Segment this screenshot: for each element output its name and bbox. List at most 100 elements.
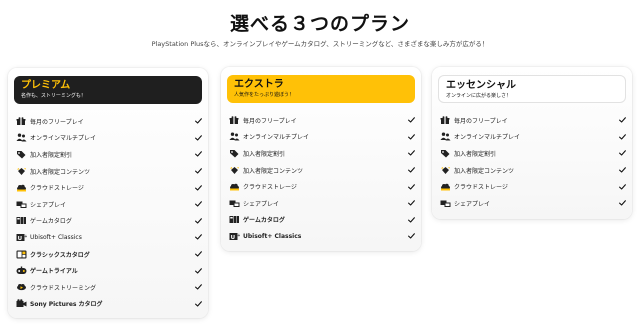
feature-list: 毎月のフリープレイ オンラインマルチプレイ 加入者限定割引 加入者限定コンテンツ クラウ…: [440, 112, 626, 212]
feature-row: クラウドストレージ: [229, 178, 415, 195]
feature-row: 加入者限定コンテンツ: [229, 162, 415, 179]
checkmark-icon: [618, 116, 626, 124]
feature-row: オンラインマルチプレイ: [229, 129, 415, 146]
checkmark-icon: [194, 217, 202, 225]
feature-label: ゲームトライアル: [30, 268, 78, 276]
multiplayer-icon: [440, 132, 452, 142]
plan-card-premium: プレミアム 名作も、ストリーミングも！ 毎月のフリープレイオンラインマルチプレイ…: [8, 68, 208, 318]
plan-header-extra: エクストラ 人気作をたっぷり遊ぼう！: [227, 75, 415, 103]
checkmark-icon: [407, 199, 415, 207]
feature-list: 毎月のフリープレイオンラインマルチプレイ 加入者限定割引加入者限定コンテンツ クラウ…: [229, 112, 415, 245]
multiplayer-icon: [16, 133, 28, 143]
gift-icon: [440, 115, 452, 125]
svg-text:+: +: [24, 233, 27, 238]
feature-label: 加入者限定コンテンツ: [30, 168, 91, 176]
feature-label: シェアプレイ: [454, 200, 491, 208]
plan-card-essential: エッセンシャル オンラインに広がる楽しさ！ 毎月のフリープレイ オンラインマルチプ…: [432, 67, 632, 219]
discount-tag-icon: [16, 149, 28, 159]
feature-row: シェアプレイ: [16, 196, 202, 213]
checkmark-icon: [194, 300, 202, 308]
cloud-storage-icon: [16, 183, 28, 193]
exclusive-content-icon: [440, 165, 452, 175]
feature-label: Ubisoft+ Classics: [243, 232, 302, 240]
svg-text:U: U: [18, 236, 22, 242]
feature-row: ゲームカタログ: [229, 212, 415, 229]
feature-row: オンラインマルチプレイ: [16, 130, 202, 147]
game-catalog-icon: [16, 216, 28, 226]
checkmark-icon: [618, 183, 626, 191]
cloud-streaming-icon: [16, 282, 28, 292]
feature-row: Sony Pictures カタログ: [16, 296, 202, 313]
feature-row: 加入者限定コンテンツ: [16, 163, 202, 180]
feature-row: シェアプレイ: [440, 195, 626, 212]
classics-catalog-icon: [16, 249, 28, 259]
gift-icon: [16, 116, 28, 126]
page-title: 選べる３つのプラン: [229, 13, 410, 35]
feature-row: 加入者限定コンテンツ: [440, 162, 626, 179]
sony-pictures-icon: [16, 299, 28, 309]
plan-name: エクストラ: [234, 79, 284, 90]
plan-card-extra: エクストラ 人気作をたっぷり遊ぼう！ 毎月のフリープレイオンラインマルチプレイ加…: [221, 67, 421, 251]
feature-label: クラウドストレージ: [243, 184, 297, 192]
checkmark-icon: [194, 167, 202, 175]
game-catalog-icon: [229, 215, 241, 225]
feature-row: 加入者限定割引: [16, 146, 202, 163]
feature-row: U + Ubisoft+ Classics: [16, 229, 202, 246]
feature-label: クラウドストレージ: [454, 184, 508, 192]
checkmark-icon: [407, 166, 415, 174]
feature-label: 加入者限定割引: [454, 150, 497, 158]
feature-row: 加入者限定割引: [229, 145, 415, 162]
plan-name: プレミアム: [21, 80, 71, 91]
feature-label: 加入者限定割引: [243, 150, 286, 158]
plan-name: エッセンシャル: [446, 80, 516, 91]
share-play-icon: [229, 198, 241, 208]
plan-header-premium: プレミアム 名作も、ストリーミングも！: [14, 76, 202, 104]
discount-tag-icon: [440, 148, 452, 158]
feature-label: クラシックスカタログ: [30, 251, 90, 259]
feature-row: ゲームトライアル: [16, 262, 202, 279]
checkmark-icon: [618, 133, 626, 141]
feature-label: ゲームカタログ: [243, 217, 285, 225]
feature-label: シェアプレイ: [30, 201, 67, 209]
svg-text:U: U: [231, 235, 235, 241]
checkmark-icon: [618, 199, 626, 207]
checkmark-icon: [194, 267, 202, 275]
multiplayer-icon: [229, 132, 241, 142]
feature-label: オンラインマルチプレイ: [30, 135, 97, 143]
game-trial-icon: [16, 266, 28, 276]
feature-label: 毎月のフリープレイ: [243, 117, 297, 125]
feature-row: 毎月のフリープレイ: [229, 112, 415, 129]
feature-row: シェアプレイ: [229, 195, 415, 212]
checkmark-icon: [407, 116, 415, 124]
checkmark-icon: [407, 133, 415, 141]
feature-label: 毎月のフリープレイ: [30, 118, 84, 126]
plan-header-essential: エッセンシャル オンラインに広がる楽しさ！: [438, 75, 626, 103]
ubisoft-icon: U +: [16, 232, 28, 242]
checkmark-icon: [194, 283, 202, 291]
ubisoft-icon: U +: [229, 231, 241, 241]
feature-label: オンラインマルチプレイ: [243, 134, 310, 142]
feature-label: ゲームカタログ: [30, 218, 72, 226]
checkmark-icon: [618, 166, 626, 174]
feature-row: クラシックスカタログ: [16, 246, 202, 263]
share-play-icon: [16, 199, 28, 209]
feature-label: 加入者限定割引: [30, 151, 73, 159]
feature-row: 毎月のフリープレイ: [16, 113, 202, 130]
feature-label: Sony Pictures カタログ: [30, 301, 103, 309]
exclusive-content-icon: [229, 165, 241, 175]
plan-description: オンラインに広がる楽しさ！: [446, 93, 512, 99]
feature-label: クラウドストレージ: [30, 185, 84, 193]
feature-label: クラウドストリーミング: [30, 284, 97, 292]
share-play-icon: [440, 198, 452, 208]
checkmark-icon: [407, 216, 415, 224]
feature-label: Ubisoft+ Classics: [30, 233, 82, 241]
feature-row: 加入者限定割引: [440, 145, 626, 162]
checkmark-icon: [407, 149, 415, 157]
checkmark-icon: [618, 149, 626, 157]
feature-label: 加入者限定コンテンツ: [243, 167, 304, 175]
page-subtitle: PlayStation Plusなら、オンラインプレイやゲームカタログ、ストリー…: [151, 40, 489, 48]
plan-description: 人気作をたっぷり遊ぼう！: [234, 92, 295, 98]
feature-label: 毎月のフリープレイ: [454, 117, 508, 125]
feature-row: U + Ubisoft+ Classics: [229, 228, 415, 245]
checkmark-icon: [194, 134, 202, 142]
